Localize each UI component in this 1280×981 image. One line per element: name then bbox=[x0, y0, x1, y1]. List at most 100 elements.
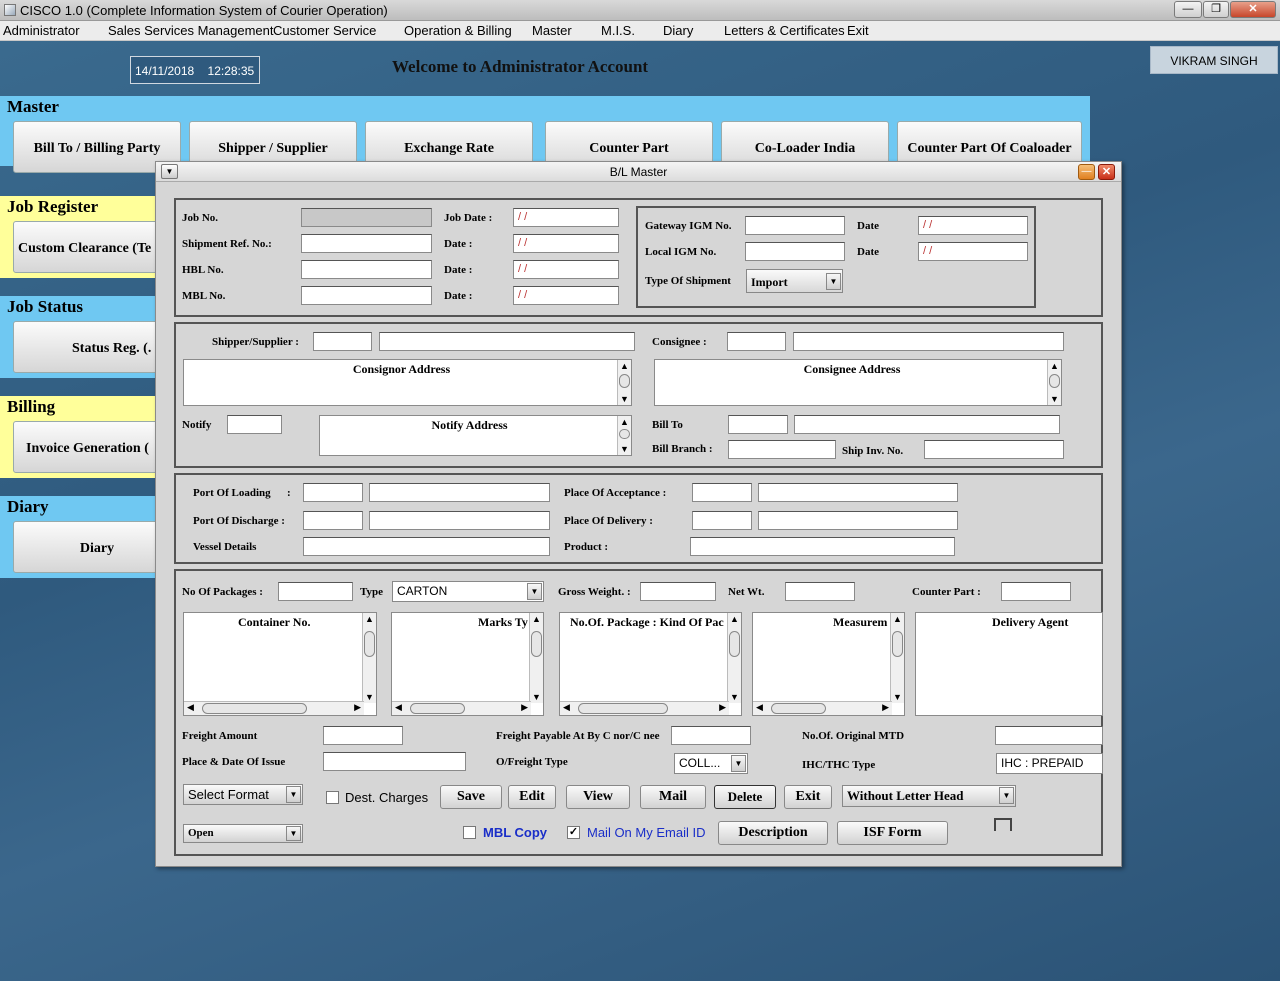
description-button[interactable]: Description bbox=[718, 821, 828, 845]
mail-button[interactable]: Mail bbox=[640, 785, 706, 809]
no-packages-field[interactable] bbox=[278, 582, 353, 601]
shipper-code-field[interactable] bbox=[313, 332, 372, 351]
scroll-thumb[interactable] bbox=[1049, 374, 1060, 388]
bill-to-name-field[interactable] bbox=[794, 415, 1060, 434]
delete-button[interactable]: Delete bbox=[714, 785, 776, 809]
menu-operation-billing[interactable]: Operation & Billing bbox=[404, 23, 512, 38]
menu-sales-services[interactable]: Sales Services Management bbox=[108, 23, 273, 38]
scroll-thumb[interactable] bbox=[619, 429, 630, 439]
scroll-thumb[interactable] bbox=[771, 703, 826, 714]
consignor-address-textarea[interactable]: Consignor Address ▲ ▼ bbox=[183, 359, 632, 406]
close-button[interactable]: ✕ bbox=[1230, 1, 1276, 18]
measurement-hscroll[interactable]: ◀ ▶ bbox=[753, 701, 892, 715]
scroll-thumb[interactable] bbox=[729, 631, 740, 657]
local-date-field[interactable]: / / bbox=[918, 242, 1028, 261]
measurement-textarea[interactable]: Measurem ▲ ▼ ◀ ▶ bbox=[752, 612, 905, 716]
container-hscroll[interactable]: ◀ ▶ bbox=[184, 701, 364, 715]
freight-type-select[interactable]: COLL... ▼ bbox=[674, 753, 748, 774]
mbl-copy-checkbox[interactable] bbox=[463, 826, 476, 839]
consignor-scrollbar[interactable]: ▲ ▼ bbox=[617, 360, 631, 405]
freight-payable-field[interactable] bbox=[671, 726, 751, 745]
package-vscroll[interactable]: ▲ ▼ bbox=[727, 613, 741, 703]
measurement-vscroll[interactable]: ▲ ▼ bbox=[890, 613, 904, 703]
select-format-dropdown[interactable]: Select Format ▼ bbox=[183, 784, 303, 805]
custom-clearance-button[interactable]: Custom Clearance (Te bbox=[13, 221, 173, 273]
mbl-no-field[interactable] bbox=[301, 286, 432, 305]
scroll-thumb[interactable] bbox=[892, 631, 903, 657]
vessel-details-field[interactable] bbox=[303, 537, 550, 556]
scroll-thumb[interactable] bbox=[619, 374, 630, 388]
port-loading-name-field[interactable] bbox=[369, 483, 550, 502]
letter-head-dropdown[interactable]: Without Letter Head ▼ bbox=[842, 785, 1016, 807]
ship-inv-no-field[interactable] bbox=[924, 440, 1064, 459]
shipper-name-field[interactable] bbox=[379, 332, 635, 351]
scroll-thumb[interactable] bbox=[202, 703, 307, 714]
freight-amount-field[interactable] bbox=[323, 726, 403, 745]
product-field[interactable] bbox=[690, 537, 955, 556]
package-hscroll[interactable]: ◀ ▶ bbox=[560, 701, 729, 715]
isf-form-button[interactable]: ISF Form bbox=[837, 821, 948, 845]
bill-to-code-field[interactable] bbox=[728, 415, 788, 434]
container-no-textarea[interactable]: Container No. ▲ ▼ ◀ ▶ bbox=[183, 612, 377, 716]
dialog-minimize-icon[interactable]: — bbox=[1078, 164, 1095, 180]
menu-exit[interactable]: Exit bbox=[847, 23, 869, 38]
place-acceptance-name-field[interactable] bbox=[758, 483, 958, 502]
marks-hscroll[interactable]: ◀ ▶ bbox=[392, 701, 531, 715]
notify-code-field[interactable] bbox=[227, 415, 282, 434]
shipment-ref-field[interactable] bbox=[301, 234, 432, 253]
minimize-button[interactable]: — bbox=[1174, 1, 1202, 18]
type-of-shipment-select[interactable]: Import ▼ bbox=[746, 269, 843, 293]
hbl-date-field[interactable]: / / bbox=[513, 260, 619, 279]
package-kind-textarea[interactable]: No.Of. Package : Kind Of Pac ▲ ▼ ◀ ▶ bbox=[559, 612, 742, 716]
menu-diary[interactable]: Diary bbox=[663, 23, 693, 38]
delivery-agent-textarea[interactable]: Delivery Agent bbox=[915, 612, 1103, 716]
marks-vscroll[interactable]: ▲ ▼ bbox=[529, 613, 543, 703]
invoice-generation-button[interactable]: Invoice Generation ( bbox=[13, 421, 173, 473]
scroll-thumb[interactable] bbox=[364, 631, 375, 657]
place-delivery-name-field[interactable] bbox=[758, 511, 958, 530]
place-date-issue-field[interactable] bbox=[323, 752, 466, 771]
menu-master[interactable]: Master bbox=[532, 23, 572, 38]
ihc-thc-type-select[interactable]: IHC : PREPAID bbox=[996, 753, 1103, 774]
place-acceptance-code-field[interactable] bbox=[692, 483, 752, 502]
net-wt-field[interactable] bbox=[785, 582, 855, 601]
job-date-field[interactable]: / / bbox=[513, 208, 619, 227]
port-loading-code-field[interactable] bbox=[303, 483, 363, 502]
port-discharge-code-field[interactable] bbox=[303, 511, 363, 530]
scroll-thumb[interactable] bbox=[410, 703, 465, 714]
mbl-date-field[interactable]: / / bbox=[513, 286, 619, 305]
shipment-date-field[interactable]: / / bbox=[513, 234, 619, 253]
dialog-close-icon[interactable]: ✕ bbox=[1098, 164, 1115, 180]
package-type-select[interactable]: CARTON ▼ bbox=[392, 581, 544, 602]
gateway-igm-field[interactable] bbox=[745, 216, 845, 235]
maximize-button[interactable]: ❐ bbox=[1203, 1, 1229, 18]
consignee-address-textarea[interactable]: Consignee Address ▲ ▼ bbox=[654, 359, 1062, 406]
no-original-mtd-field[interactable] bbox=[995, 726, 1103, 745]
gateway-date-field[interactable]: / / bbox=[918, 216, 1028, 235]
local-igm-field[interactable] bbox=[745, 242, 845, 261]
bill-branch-field[interactable] bbox=[728, 440, 836, 459]
dest-charges-checkbox[interactable] bbox=[326, 791, 339, 804]
mail-on-email-checkbox[interactable]: ✓ bbox=[567, 826, 580, 839]
notify-address-textarea[interactable]: Notify Address ▲ ▼ bbox=[319, 415, 632, 456]
menu-administrator[interactable]: Administrator bbox=[3, 23, 80, 38]
consignee-scrollbar[interactable]: ▲ ▼ bbox=[1047, 360, 1061, 405]
hbl-no-field[interactable] bbox=[301, 260, 432, 279]
consignee-name-field[interactable] bbox=[793, 332, 1064, 351]
port-discharge-name-field[interactable] bbox=[369, 511, 550, 530]
status-reg-button[interactable]: Status Reg. (. bbox=[13, 321, 173, 373]
marks-textarea[interactable]: Marks Ty ▲ ▼ ◀ ▶ bbox=[391, 612, 544, 716]
gross-weight-field[interactable] bbox=[640, 582, 716, 601]
save-button[interactable]: Save bbox=[440, 785, 502, 809]
menu-customer-service[interactable]: Customer Service bbox=[273, 23, 376, 38]
notify-scrollbar[interactable]: ▲ ▼ bbox=[617, 416, 631, 455]
place-delivery-code-field[interactable] bbox=[692, 511, 752, 530]
edit-button[interactable]: Edit bbox=[508, 785, 556, 809]
consignee-code-field[interactable] bbox=[727, 332, 786, 351]
view-button[interactable]: View bbox=[566, 785, 630, 809]
counter-part-field[interactable] bbox=[1001, 582, 1071, 601]
exit-button[interactable]: Exit bbox=[784, 785, 832, 809]
scroll-thumb[interactable] bbox=[531, 631, 542, 657]
menu-mis[interactable]: M.I.S. bbox=[601, 23, 635, 38]
scroll-thumb[interactable] bbox=[578, 703, 668, 714]
